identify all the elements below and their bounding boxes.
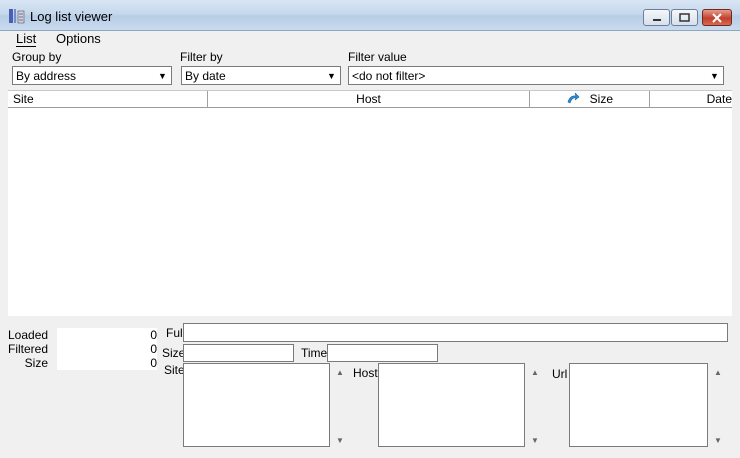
menu-list-label: List: [16, 31, 37, 47]
group-by-select[interactable]: By address ▼: [12, 66, 172, 85]
close-icon: [712, 12, 722, 23]
chevron-down-icon[interactable]: ▼: [707, 68, 722, 83]
window-title: Log list viewer: [30, 9, 113, 24]
column-host-label: Host: [356, 92, 381, 106]
column-site-label: Site: [13, 92, 34, 106]
menu-list[interactable]: List: [16, 31, 37, 47]
filter-value-value: <do not filter>: [352, 69, 426, 83]
size-field[interactable]: [183, 344, 294, 362]
close-button[interactable]: [702, 9, 732, 26]
size-field-label: Size: [162, 346, 186, 360]
column-date-label: Date: [706, 92, 732, 106]
scroll-up-icon[interactable]: ▲: [714, 368, 722, 377]
minimize-icon: [652, 18, 661, 21]
column-header-date[interactable]: Date: [650, 91, 732, 108]
chevron-down-icon[interactable]: ▼: [155, 68, 170, 83]
column-header-site[interactable]: Site: [8, 91, 208, 108]
column-header-size[interactable]: Size: [530, 91, 650, 108]
host-label: Host: [353, 366, 378, 380]
maximize-button[interactable]: [671, 9, 698, 26]
list-header: Site Host Size Date: [8, 90, 732, 108]
filtered-value: 0: [57, 342, 157, 356]
menu-options[interactable]: Options: [56, 31, 101, 47]
group-by-value: By address: [16, 69, 77, 83]
filter-by-select[interactable]: By date ▼: [181, 66, 341, 85]
scroll-up-icon[interactable]: ▲: [531, 368, 539, 377]
minimize-button[interactable]: [643, 9, 670, 26]
time-label: Time: [301, 346, 328, 360]
chevron-down-icon[interactable]: ▼: [324, 68, 339, 83]
scroll-down-icon[interactable]: ▼: [336, 436, 344, 445]
filter-value-label: Filter value: [348, 50, 407, 64]
filtered-label: Filtered: [8, 342, 49, 356]
group-by-label: Group by: [12, 50, 62, 64]
column-size-label: Size: [589, 92, 613, 106]
filter-value-select[interactable]: <do not filter> ▼: [348, 66, 724, 85]
log-list[interactable]: [8, 108, 732, 316]
loaded-label: Loaded: [8, 328, 49, 342]
size-stat-value: 0: [57, 356, 157, 370]
filter-by-value: By date: [185, 69, 226, 83]
scroll-down-icon[interactable]: ▼: [714, 436, 722, 445]
url-field[interactable]: [569, 363, 708, 447]
full-field[interactable]: [183, 323, 728, 342]
filter-by-label: Filter by: [180, 50, 223, 64]
size-stat-label: Size: [24, 356, 48, 370]
site-field[interactable]: [183, 363, 330, 447]
url-label: Url: [552, 367, 568, 381]
host-field[interactable]: [378, 363, 525, 447]
loaded-value: 0: [57, 328, 157, 342]
site-label: Site: [164, 363, 185, 377]
scroll-up-icon[interactable]: ▲: [336, 368, 344, 377]
time-field[interactable]: [327, 344, 438, 362]
menu-options-label: Options: [56, 31, 101, 46]
scroll-down-icon[interactable]: ▼: [531, 436, 539, 445]
restore-icon: [679, 12, 690, 22]
column-header-host[interactable]: Host: [208, 91, 530, 108]
app-icon: [8, 7, 26, 25]
